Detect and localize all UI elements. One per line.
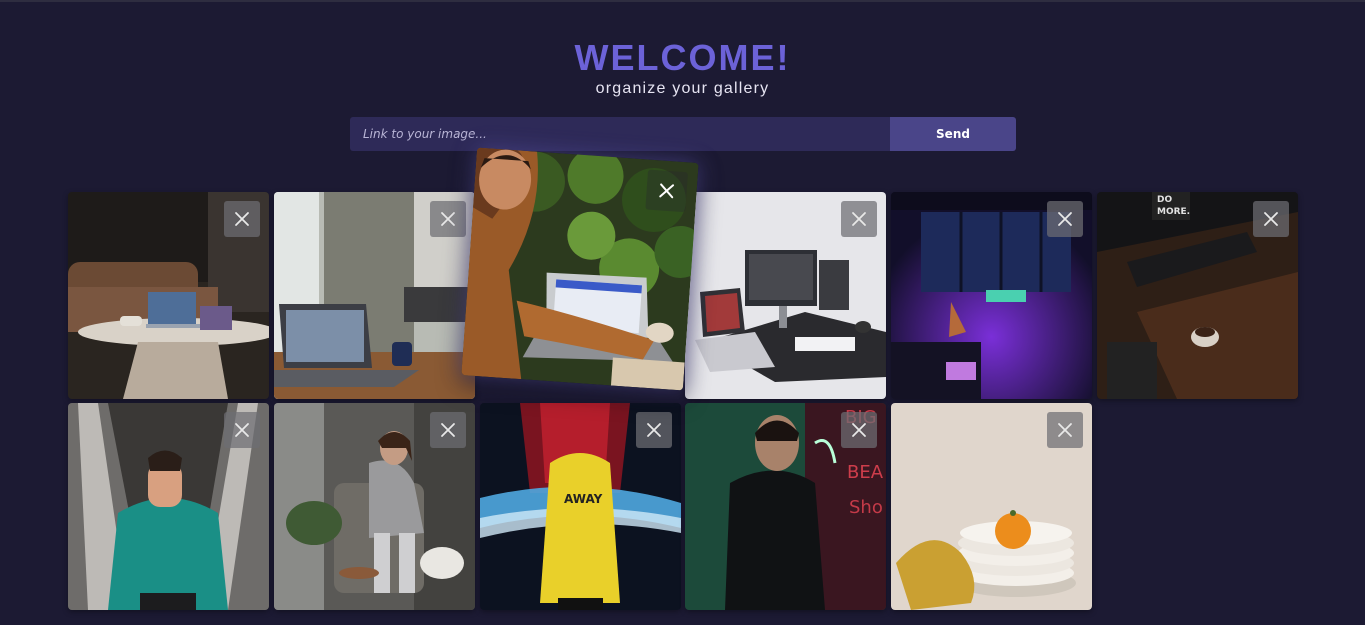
svg-text:AWAY: AWAY (564, 492, 603, 506)
remove-image-button[interactable] (430, 412, 466, 448)
gallery-image-10[interactable]: BIG BEA Sho (685, 403, 886, 610)
svg-text:DO: DO (1157, 195, 1172, 205)
svg-text:MORE.: MORE. (1157, 207, 1190, 217)
close-icon (441, 423, 455, 437)
svg-text:BEA: BEA (847, 462, 884, 483)
gallery-image-8[interactable] (274, 403, 475, 610)
add-image-form: Send (350, 117, 1016, 151)
gallery-image-7[interactable] (68, 403, 269, 610)
close-icon (1264, 212, 1278, 226)
window-top-border (0, 0, 1365, 2)
gallery-image-11[interactable] (891, 403, 1092, 610)
remove-image-button[interactable] (1047, 201, 1083, 237)
remove-image-button[interactable] (1047, 412, 1083, 448)
close-icon (235, 423, 249, 437)
remove-image-button[interactable] (636, 412, 672, 448)
gallery-image-3[interactable] (461, 147, 699, 391)
close-icon (1058, 423, 1072, 437)
close-icon (852, 423, 866, 437)
remove-image-button[interactable] (1253, 201, 1289, 237)
close-icon (647, 423, 661, 437)
close-icon (235, 212, 249, 226)
gallery-image-2[interactable] (274, 192, 475, 399)
close-icon (852, 212, 866, 226)
remove-image-button[interactable] (224, 201, 260, 237)
page-title: WELCOME! (574, 37, 791, 78)
close-icon (659, 183, 675, 199)
close-icon (441, 212, 455, 226)
gallery-image-5[interactable] (891, 192, 1092, 399)
close-icon (1058, 212, 1072, 226)
gallery-image-9[interactable]: AWAY (480, 403, 681, 610)
gallery-image-4[interactable] (685, 192, 886, 399)
remove-image-button[interactable] (841, 412, 877, 448)
gallery-image-1[interactable] (68, 192, 269, 399)
page-subtitle: organize your gallery (595, 80, 770, 97)
image-link-input[interactable] (350, 117, 890, 151)
remove-image-button[interactable] (224, 412, 260, 448)
remove-image-button[interactable] (645, 169, 689, 213)
send-button[interactable]: Send (890, 117, 1016, 151)
svg-text:Sho: Sho (849, 497, 883, 518)
header: WELCOME! organize your gallery (0, 38, 1365, 98)
gallery-image-6[interactable]: DO MORE. (1097, 192, 1298, 399)
remove-image-button[interactable] (841, 201, 877, 237)
remove-image-button[interactable] (430, 201, 466, 237)
